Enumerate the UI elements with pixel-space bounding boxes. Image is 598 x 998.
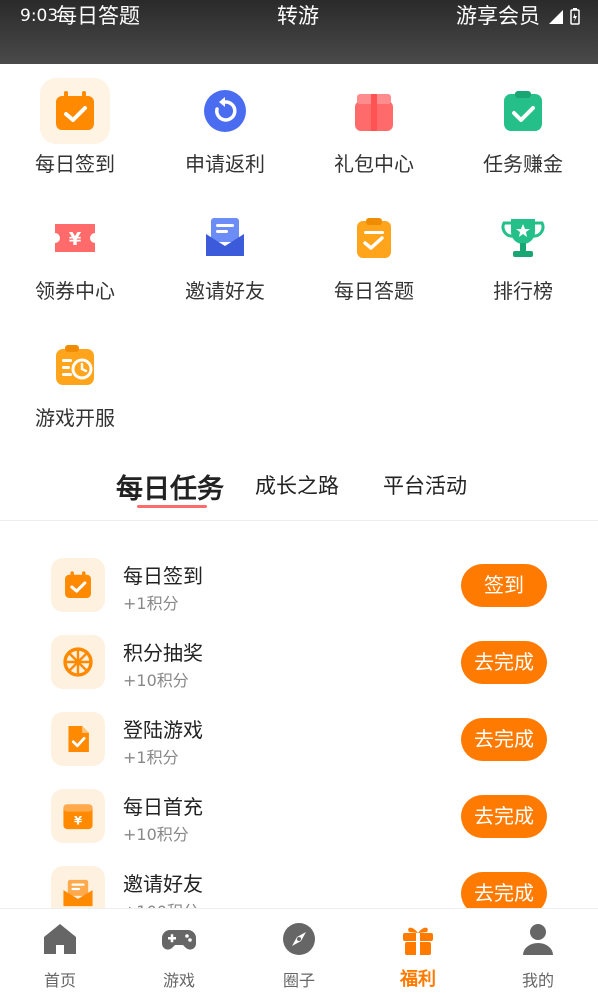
status-time: 9:03 [20,6,59,26]
grid-icon-bg [488,205,558,271]
grid-item-rebate[interactable]: 申请返利 [150,78,300,188]
bottom-nav: 首页 游戏 圈子 福利 我的 [0,908,598,998]
svg-text:¥: ¥ [74,814,82,828]
task-row-lottery: 积分抽奖 +10积分 去完成 [0,635,598,705]
grid-label: 申请返利 [185,152,265,176]
grid-label: 游戏开服 [35,406,115,430]
document-check-icon [68,726,89,752]
task-points: +10积分 [123,825,189,844]
divider [0,520,598,521]
grid-label: 每日签到 [35,152,115,176]
grid-item-coupon-center[interactable]: ¥ 领券中心 [0,205,150,315]
grid-icon-bg [40,78,110,144]
top-nav-vip[interactable]: 游享会员 [456,0,540,30]
task-points: +10积分 [123,671,189,690]
signal-icon [549,9,563,24]
grid-item-daily-quiz[interactable]: 每日答题 [299,205,449,315]
home-icon [44,924,76,954]
task-title: 邀请好友 [123,872,203,896]
bottom-nav-home[interactable]: 首页 [0,909,120,998]
grid-label: 任务赚金 [483,152,563,176]
grid-icon-bg [488,78,558,144]
tab-platform-events[interactable]: 平台活动 [383,470,467,500]
bottom-nav-label: 首页 [43,971,76,990]
status-icons [548,8,580,25]
gamepad-icon [162,930,196,950]
go-complete-button[interactable]: 去完成 [461,795,547,838]
task-title: 积分抽奖 [123,641,203,665]
user-icon [523,924,553,955]
task-title: 登陆游戏 [123,718,203,742]
grid-icon-bg [339,205,409,271]
grid-icon-bg: ¥ [40,205,110,271]
grid-item-daily-checkin[interactable]: 每日签到 [0,78,150,188]
task-icon-bg [51,558,105,612]
lottery-wheel-icon [63,647,93,677]
grid-item-gift-center[interactable]: 礼包中心 [299,78,449,188]
invite-envelope-icon [206,218,244,256]
grid-label: 礼包中心 [334,152,414,176]
refresh-icon [204,90,246,132]
task-row-daily-checkin: 每日签到 +1积分 签到 [0,558,598,628]
wallet-icon: ¥ [63,804,93,830]
bottom-nav-mine[interactable]: 我的 [478,909,598,998]
task-check-icon [504,91,542,131]
go-complete-button[interactable]: 去完成 [461,718,547,761]
battery-icon [570,8,580,25]
tab-daily-tasks[interactable]: 每日任务 [116,467,224,506]
grid-label: 排行榜 [493,279,553,303]
grid-item-task-earn[interactable]: 任务赚金 [448,78,598,188]
quiz-clipboard-icon [357,218,391,258]
svg-text:¥: ¥ [69,229,82,250]
top-nav-transfer[interactable]: 转游 [277,0,319,30]
task-points: +1积分 [123,748,179,767]
task-title: 每日签到 [123,564,203,588]
grid-icon-bg [339,78,409,144]
task-points: +1积分 [123,594,179,613]
task-icon-bg [51,712,105,766]
task-row-login-game: 登陆游戏 +1积分 去完成 [0,712,598,782]
calendar-check-icon [56,91,94,130]
checkin-button[interactable]: 签到 [461,564,547,607]
trophy-icon [501,219,545,257]
gift-icon [355,94,393,131]
grid-icon-bg [190,205,260,271]
top-header: 9:03 每日答题 转游 游享会员 [0,0,598,64]
task-row-first-recharge: ¥ 每日首充 +10积分 去完成 [0,789,598,859]
grid-icon-bg [190,78,260,144]
coupon-icon: ¥ [55,224,95,252]
envelope-icon [63,879,93,907]
bottom-nav-label: 圈子 [282,971,315,990]
grid-label: 每日答题 [334,279,414,303]
server-clock-icon [56,345,94,385]
task-title: 每日首充 [123,795,203,819]
bottom-nav-label: 福利 [400,969,436,990]
compass-icon [283,923,315,955]
task-icon-bg [51,635,105,689]
bottom-nav-games[interactable]: 游戏 [119,909,239,998]
grid-item-leaderboard[interactable]: 排行榜 [448,205,598,315]
grid-item-game-servers[interactable]: 游戏开服 [0,332,150,442]
bottom-nav-welfare[interactable]: 福利 [358,909,478,998]
grid-item-invite-friends[interactable]: 邀请好友 [150,205,300,315]
bottom-nav-label: 游戏 [162,971,195,990]
bottom-nav-circle[interactable]: 圈子 [239,909,359,998]
task-icon-bg: ¥ [51,789,105,843]
bottom-nav-label: 我的 [521,971,554,990]
grid-icon-bg [40,332,110,398]
go-complete-button[interactable]: 去完成 [461,641,547,684]
calendar-check-icon [65,571,91,598]
grid-label: 领券中心 [35,279,115,303]
top-nav-daily-quiz[interactable]: 每日答题 [56,0,140,30]
tab-growth-path[interactable]: 成长之路 [255,470,339,500]
grid-label: 邀请好友 [185,279,265,303]
gift-icon [403,927,433,955]
active-tab-indicator [137,505,207,508]
